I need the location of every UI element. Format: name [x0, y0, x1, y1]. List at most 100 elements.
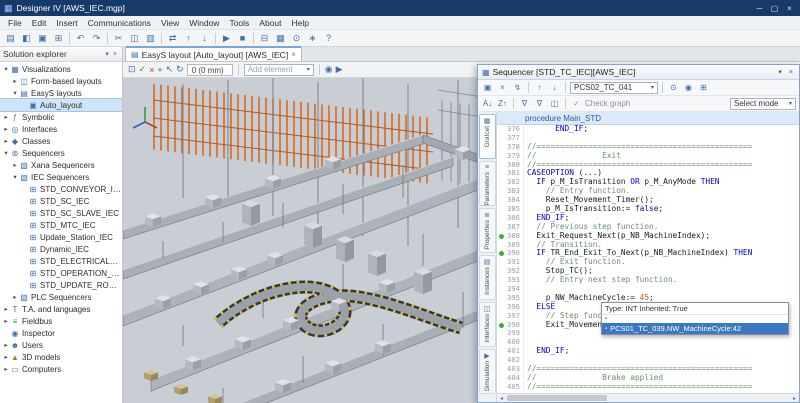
menu-communications[interactable]: Communications — [83, 18, 156, 28]
tab-interfaces[interactable]: ◫Interfaces — [479, 302, 496, 347]
menu-help[interactable]: Help — [287, 18, 314, 28]
tree-item-sequencers[interactable]: ▾⊚Sequencers — [0, 147, 122, 159]
select-mode[interactable]: Select mode▾ — [730, 98, 796, 110]
tab-parameters[interactable]: ≡Parameters — [479, 161, 496, 206]
expand-arrow[interactable]: ▸ — [2, 305, 10, 313]
expand-arrow[interactable]: ▸ — [2, 137, 10, 145]
nav-down-icon[interactable]: ↓ — [548, 81, 561, 94]
tree-item-3d-models[interactable]: ▸▲3D models — [0, 351, 122, 363]
stop-icon[interactable]: ■ — [235, 31, 250, 45]
sequencer-close-icon[interactable]: × — [787, 69, 795, 76]
step-selector[interactable]: PCS02_TC_041▾ — [570, 82, 658, 94]
cut-icon[interactable]: ✂ — [111, 31, 126, 45]
scrollbar-track[interactable] — [506, 394, 790, 402]
tree-item-std-update-routes-iec[interactable]: ⊞STD_UPDATE_ROUTES_IEC — [0, 279, 122, 291]
maximize-button[interactable]: ▢ — [768, 4, 781, 13]
tree-item-plc-sequencers[interactable]: ▸▧PLC Sequencers — [0, 291, 122, 303]
menu-about[interactable]: About — [254, 18, 286, 28]
tree-item-easys-layouts[interactable]: ▾▤EasyS layouts — [0, 87, 122, 99]
menu-edit[interactable]: Edit — [27, 18, 52, 28]
save-icon[interactable]: ▣ — [35, 31, 50, 45]
expand-arrow[interactable]: ▾ — [2, 65, 10, 73]
upload-icon[interactable]: ↑ — [181, 31, 196, 45]
tree-item-computers[interactable]: ▸▭Computers — [0, 363, 122, 375]
search-icon[interactable]: ⊙ — [667, 81, 680, 94]
tree-item-std-operation-pane[interactable]: ⊞STD_OPERATION_PANE... — [0, 267, 122, 279]
tree-item-symbolic[interactable]: ▸ƒSymbolic — [0, 111, 122, 123]
tree-item-interfaces[interactable]: ▸◎Interfaces — [0, 123, 122, 135]
undo-icon[interactable]: ↶ — [73, 31, 88, 45]
add-element-button[interactable]: Add element▾ — [244, 64, 314, 76]
save-all-icon[interactable]: ⊞ — [51, 31, 66, 45]
tab-simulation[interactable]: ▶Simulation — [479, 349, 496, 394]
lock-icon[interactable]: ⊡ — [128, 64, 136, 75]
tooltip-variable-row-selected[interactable]: ▪PCS01_TC_039.NW_MachineCycle:42 — [602, 323, 788, 334]
menu-insert[interactable]: Insert — [51, 18, 82, 28]
add-icon[interactable]: + — [157, 65, 162, 75]
grid-icon[interactable]: ⊞ — [697, 81, 710, 94]
expand-arrow[interactable]: ▸ — [2, 317, 10, 325]
filter-icon[interactable]: ∇ — [518, 97, 531, 110]
tab-easys-layout[interactable]: ▤ EasyS layout [Auto_layout] [AWS_IEC] × — [125, 46, 302, 61]
watch-icon[interactable]: ◉ — [682, 81, 695, 94]
sort-desc-icon[interactable]: Z↑ — [496, 97, 509, 110]
connect-icon[interactable]: ⇄ — [165, 31, 180, 45]
scroll-right-icon[interactable]: ▸ — [790, 395, 799, 402]
tree-item-inspector[interactable]: ◉Inspector — [0, 327, 122, 339]
tab-grafcet[interactable]: ▦Grafcet — [479, 114, 496, 159]
grid-view-icon[interactable]: ⊟ — [257, 31, 272, 45]
tree-item-std-mtc-iec[interactable]: ⊞STD_MTC_IEC — [0, 219, 122, 231]
tree-item-users[interactable]: ▸☻Users — [0, 339, 122, 351]
tree-item-form-based-layouts[interactable]: ▸◫Form-based layouts — [0, 75, 122, 87]
run-icon[interactable]: ▶ — [219, 31, 234, 45]
tree-item-xana-sequencers[interactable]: ▸▧Xana Sequencers — [0, 159, 122, 171]
menu-window[interactable]: Window — [184, 18, 224, 28]
tree-item-dynamic-iec[interactable]: ⊞Dynamic_IEC — [0, 243, 122, 255]
panel-menu-icon[interactable]: ▾ — [103, 50, 111, 58]
code-editor[interactable]: 376 END_IF;377378//=====================… — [497, 125, 799, 393]
tree-item-std-sc-iec[interactable]: ⊞STD_SC_IEC — [0, 195, 122, 207]
expand-arrow[interactable]: ▸ — [2, 113, 10, 121]
tree-item-update-station-iec[interactable]: ⊞Update_Station_IEC — [0, 231, 122, 243]
menu-view[interactable]: View — [156, 18, 184, 28]
check-graph-icon[interactable]: ✓ — [570, 97, 583, 110]
nav-up-icon[interactable]: ↑ — [533, 81, 546, 94]
expand-arrow[interactable]: ▾ — [11, 89, 19, 97]
filter-clear-icon[interactable]: ∇ — [533, 97, 546, 110]
help-icon[interactable]: ? — [321, 31, 336, 45]
ruler-value[interactable]: 0 (0 mm) — [187, 64, 233, 76]
redo-icon[interactable]: ↷ — [89, 31, 104, 45]
download-icon[interactable]: ↓ — [197, 31, 212, 45]
expand-arrow[interactable]: ▸ — [2, 125, 10, 133]
minimize-button[interactable]: ─ — [753, 4, 766, 13]
columns-icon[interactable]: ◫ — [548, 97, 561, 110]
settings-icon[interactable]: ∗ — [305, 31, 320, 45]
expand-arrow[interactable]: ▸ — [2, 365, 10, 373]
close-button[interactable]: × — [783, 4, 796, 13]
scroll-left-icon[interactable]: ◂ — [497, 395, 506, 402]
confirm-icon[interactable]: ✓ — [139, 64, 147, 75]
visibility-icon[interactable]: ◉ — [325, 64, 333, 75]
play-icon[interactable]: ▶ — [336, 64, 343, 75]
tab-close-icon[interactable]: × — [291, 50, 296, 59]
new-file-icon[interactable]: ▤ — [3, 31, 18, 45]
expand-arrow[interactable]: ▸ — [11, 161, 19, 169]
expand-arrow[interactable]: ▾ — [2, 149, 10, 157]
bolt-icon[interactable]: ↯ — [511, 81, 524, 94]
menu-file[interactable]: File — [3, 18, 27, 28]
cancel-icon[interactable]: × — [149, 65, 154, 75]
tab-properties[interactable]: ≣Properties — [479, 208, 496, 253]
tree-item-visualizations[interactable]: ▾▦Visualizations — [0, 63, 122, 75]
sort-asc-icon[interactable]: A↓ — [481, 97, 494, 110]
sequencer-options-icon[interactable]: ▾ — [776, 68, 784, 76]
tree-item-std-sc-slave-iec[interactable]: ⊞STD_SC_SLAVE_IEC — [0, 207, 122, 219]
expand-arrow[interactable]: ▸ — [2, 353, 10, 361]
delete-icon[interactable]: × — [496, 81, 509, 94]
tree-item-auto-layout[interactable]: ▣Auto_layout — [0, 99, 122, 111]
panel-close-icon[interactable]: × — [111, 51, 119, 58]
copy-icon[interactable]: ◫ — [127, 31, 142, 45]
horizontal-scrollbar[interactable]: ◂ ▸ — [497, 393, 799, 402]
tab-instances[interactable]: ▤Instances — [479, 255, 496, 300]
tree-item-iec-sequencers[interactable]: ▾▧IEC Sequencers — [0, 171, 122, 183]
tooltip-variable-row[interactable]: ▪ — [602, 315, 788, 323]
